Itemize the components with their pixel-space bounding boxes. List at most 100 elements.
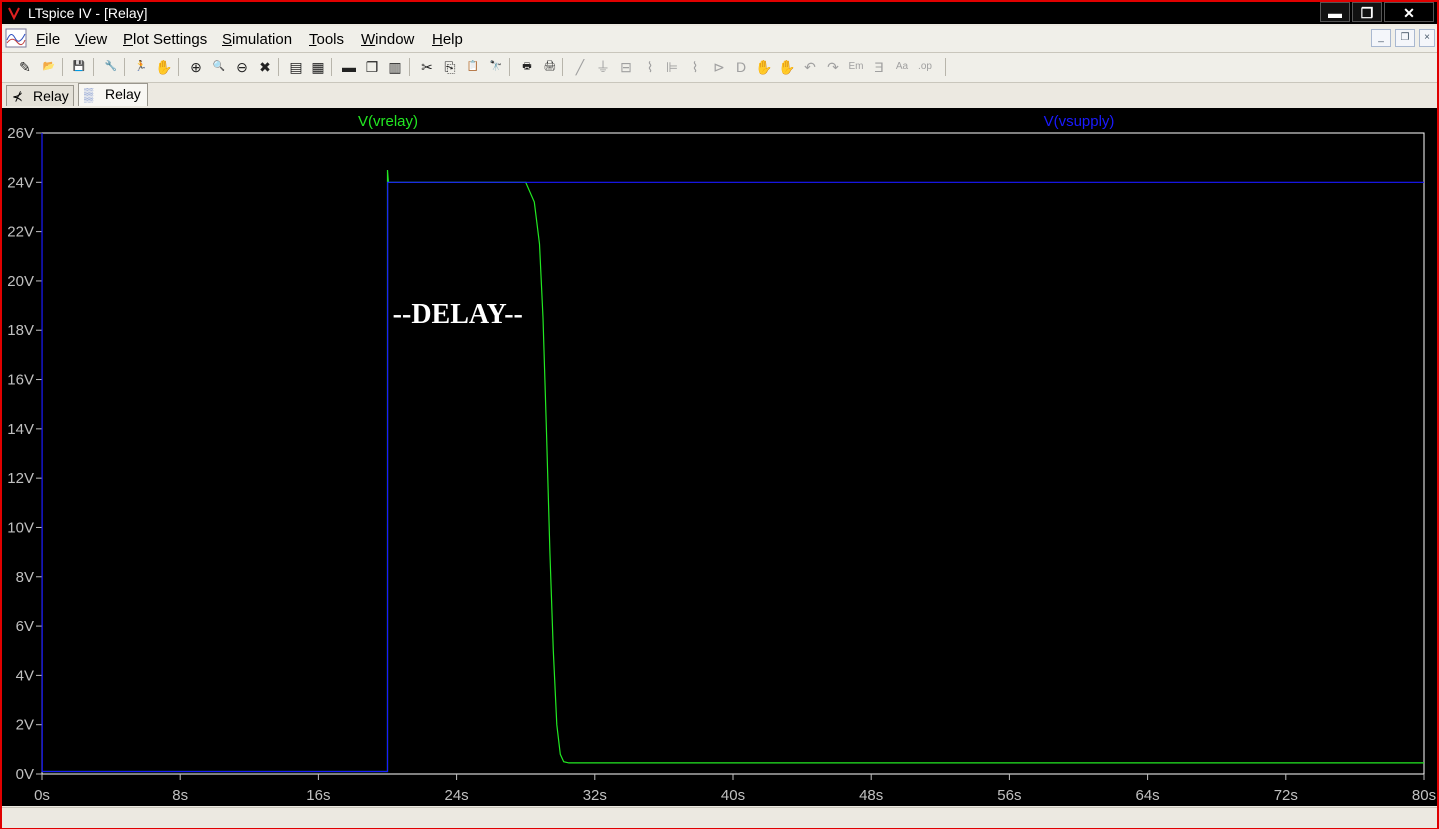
x-tick-label: 64s: [1136, 787, 1160, 804]
toolbar-separator: [945, 58, 946, 76]
menu-simulation[interactable]: Simulation: [222, 31, 292, 48]
mdi-minimize-button[interactable]: _: [1371, 29, 1391, 47]
component-icon[interactable]: D: [731, 57, 751, 77]
draw-wire-icon[interactable]: ╱: [570, 57, 590, 77]
mdi-close-button[interactable]: ×: [1419, 29, 1435, 47]
open-icon[interactable]: 📂: [39, 57, 59, 77]
y-tick-label: 2V: [16, 717, 34, 734]
x-tick-label: 80s: [1412, 787, 1436, 804]
spice-directive-icon[interactable]: .op: [915, 57, 935, 77]
application-window: LTspice IV - [Relay] ▬ ❐ ✕ File View Plo…: [0, 0, 1439, 829]
menu-view[interactable]: View: [75, 31, 107, 48]
y-tick-label: 24V: [7, 174, 34, 191]
diode-icon[interactable]: ⊳: [709, 57, 729, 77]
y-tick-label: 20V: [7, 273, 34, 290]
toolbar-separator: [331, 58, 332, 76]
save-icon[interactable]: 💾: [69, 57, 89, 77]
new-schematic-icon[interactable]: ✎: [15, 57, 35, 77]
print-icon[interactable]: 🖨: [540, 57, 560, 77]
control-panel-icon[interactable]: 🔧: [101, 57, 121, 77]
title-bar[interactable]: LTspice IV - [Relay] ▬ ❐ ✕: [2, 2, 1437, 24]
menu-window[interactable]: Window: [361, 31, 414, 48]
tab-relay-schematic[interactable]: ⊀ Relay: [6, 85, 74, 106]
ground-icon[interactable]: ⏚: [593, 57, 613, 77]
x-tick-label: 48s: [859, 787, 883, 804]
move-icon[interactable]: ✋: [754, 57, 774, 77]
toolbar-separator: [62, 58, 63, 76]
paste-icon[interactable]: 📋: [463, 57, 483, 77]
y-tick-label: 4V: [16, 667, 34, 684]
redo-icon[interactable]: ↷: [823, 57, 843, 77]
cut-icon[interactable]: ✂: [417, 57, 437, 77]
x-tick-label: 24s: [445, 787, 469, 804]
x-tick-label: 0s: [34, 787, 50, 804]
tile-horizontal-icon[interactable]: ▬: [339, 57, 359, 77]
ltspice-app-icon: [8, 7, 20, 21]
close-button[interactable]: ✕: [1384, 2, 1434, 22]
undo-icon[interactable]: ↶: [800, 57, 820, 77]
series-line-vrelay: [42, 169, 1424, 773]
zoom-area-icon[interactable]: 🔍: [209, 57, 229, 77]
zoom-out-icon[interactable]: ⊖: [232, 57, 252, 77]
y-tick-label: 8V: [16, 569, 34, 586]
copy-icon[interactable]: ⎘: [440, 57, 460, 77]
menu-tools[interactable]: Tools: [309, 31, 344, 48]
waveform-icon: [5, 28, 27, 48]
grid-icon[interactable]: ▦: [308, 57, 328, 77]
cascade-icon[interactable]: ❐: [362, 57, 382, 77]
toolbar-separator: [93, 58, 94, 76]
menu-file[interactable]: File: [36, 31, 60, 48]
autorange-icon[interactable]: ▤: [286, 57, 306, 77]
schematic-icon: ⊀: [12, 89, 23, 104]
pan-hand-icon[interactable]: ✋: [154, 57, 174, 77]
menu-plot-settings[interactable]: Plot Settings: [123, 31, 207, 48]
restore-button[interactable]: ❐: [1352, 2, 1382, 22]
x-tick-label: 40s: [721, 787, 745, 804]
label-net-icon[interactable]: ⊟: [616, 57, 636, 77]
mirror-icon[interactable]: Ǝ: [869, 57, 889, 77]
menu-bar: File View Plot Settings Simulation Tools…: [2, 26, 1437, 53]
toolbar-separator: [409, 58, 410, 76]
resistor-icon[interactable]: ⌇: [640, 57, 660, 77]
tab-label: Relay: [105, 86, 141, 102]
x-tick-label: 32s: [583, 787, 607, 804]
waveform-plot[interactable]: 0V 2V 4V 6V 8V 10V 12V 14V 16V 18V 20V 22V 24V 26V 0s 8…: [2, 108, 1437, 806]
x-tick-label: 8s: [172, 787, 188, 804]
tab-bar: ⊀ Relay ▒ Relay: [2, 83, 1437, 108]
x-tick-label: 72s: [1274, 787, 1298, 804]
y-tick-label: 26V: [7, 125, 34, 142]
print-preview-icon[interactable]: 🖶: [517, 57, 537, 77]
menu-help[interactable]: Help: [432, 31, 463, 48]
inductor-icon[interactable]: ⌇: [685, 57, 705, 77]
tile-vertical-icon[interactable]: ▥: [385, 57, 405, 77]
window-title: LTspice IV - [Relay]: [28, 5, 148, 21]
drag-icon[interactable]: ✋: [777, 57, 797, 77]
text-icon[interactable]: Aa: [892, 57, 912, 77]
find-icon[interactable]: 🔭: [486, 57, 506, 77]
toolbar-separator: [509, 58, 510, 76]
rotate-icon[interactable]: Em: [846, 57, 866, 77]
zoom-cancel-icon[interactable]: ✖: [255, 57, 275, 77]
y-tick-label: 12V: [7, 470, 34, 487]
y-tick-label: 14V: [7, 421, 34, 438]
capacitor-icon[interactable]: ⊫: [662, 57, 682, 77]
toolbar-separator: [124, 58, 125, 76]
toolbar-separator: [562, 58, 563, 76]
x-tick-label: 56s: [997, 787, 1021, 804]
run-icon[interactable]: 🏃: [131, 57, 151, 77]
status-bar: [2, 807, 1437, 828]
y-tick-label: 6V: [16, 618, 34, 635]
x-tick-label: 16s: [306, 787, 330, 804]
y-tick-label: 10V: [7, 519, 34, 536]
toolbar: ✎ 📂 💾 🔧 🏃 ✋ ⊕ 🔍 ⊖ ✖ ▤ ▦ ▬ ❐ ▥ ✂ ⎘ 📋 🔭 🖶 🖨 ╱ ⏚ ⊟ ⌇ ⊫ ⌇ ⊳ D ✋ ✋ ↶ ↷ Em Ǝ Aa .o…: [2, 53, 1437, 83]
waveform-icon: ▒: [84, 87, 94, 102]
toolbar-separator: [278, 58, 279, 76]
plot-frame: [41, 132, 1425, 775]
zoom-in-icon[interactable]: ⊕: [186, 57, 206, 77]
tab-relay-waveform[interactable]: ▒ Relay: [78, 83, 148, 106]
y-tick-label: 16V: [7, 372, 34, 389]
tab-label: Relay: [33, 88, 69, 104]
waveform-chart[interactable]: 0V 2V 4V 6V 8V 10V 12V 14V 16V 18V 20V 22V 24V 26V 0s 8…: [2, 108, 1437, 806]
mdi-restore-button[interactable]: ❐: [1395, 29, 1415, 47]
minimize-button[interactable]: ▬: [1320, 2, 1350, 22]
